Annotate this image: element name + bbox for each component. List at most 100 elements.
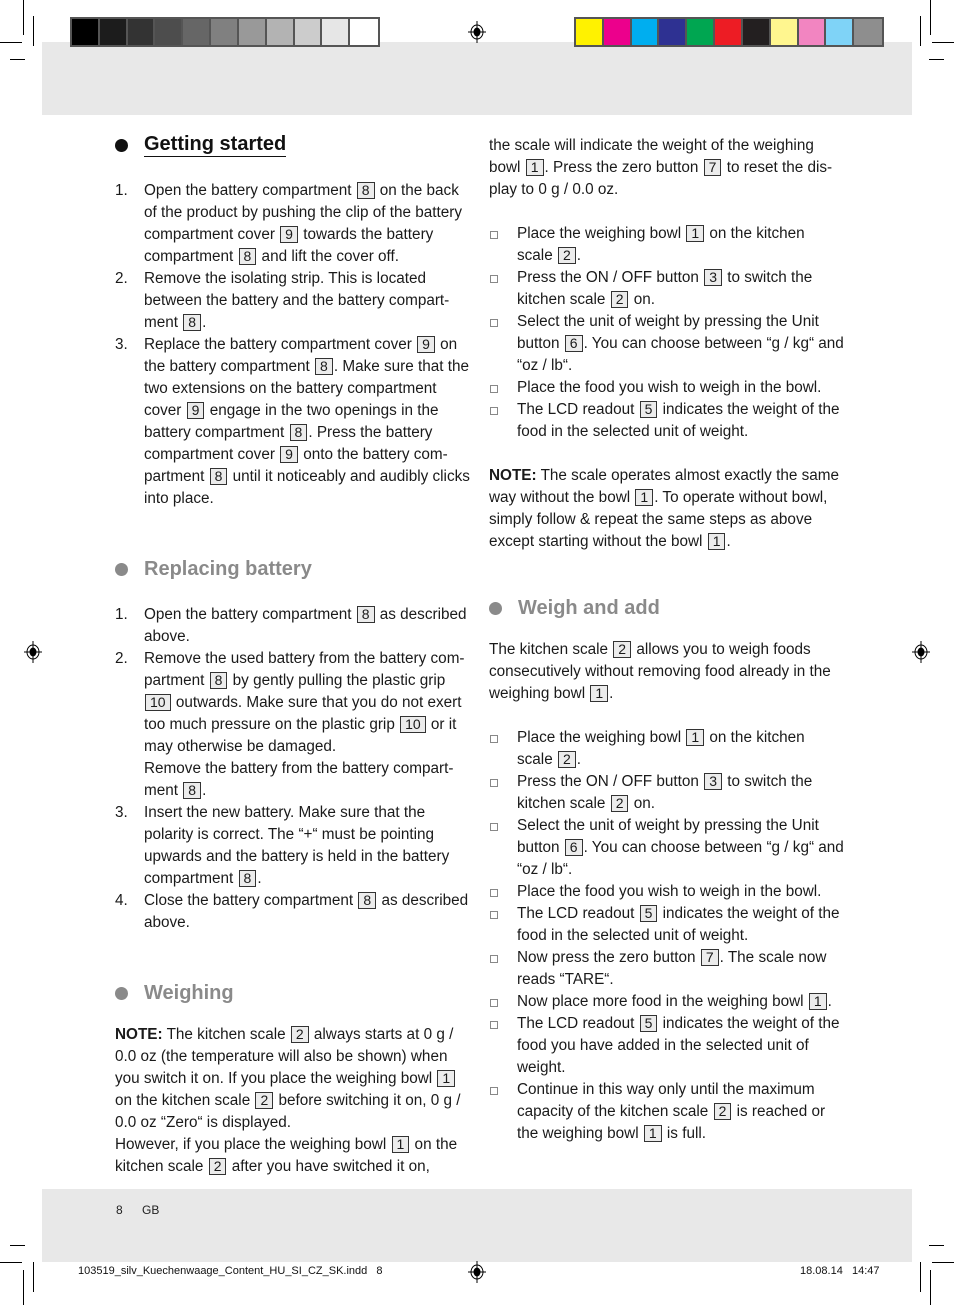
color-swatch <box>294 19 323 45</box>
step-number: 3. <box>115 804 128 821</box>
part-reference-number: 3 <box>704 269 722 286</box>
color-swatch <box>770 19 799 45</box>
color-swatch <box>350 19 378 45</box>
list-item: Place the weighing bowl 1 on the kitchen… <box>489 223 844 267</box>
part-reference-number: 1 <box>437 1070 456 1087</box>
color-swatch <box>854 19 882 45</box>
list-item: Continue in this way only until the maxi… <box>489 1079 844 1145</box>
part-reference-number: 1 <box>525 159 544 176</box>
part-reference-number: 1 <box>686 729 705 746</box>
part-reference-number: 5 <box>639 1015 658 1032</box>
checkbox-bullet-icon <box>490 1021 498 1029</box>
list-item: Select the unit of weight by pressing th… <box>489 311 844 377</box>
list-item: 3. Insert the new battery. Make sure that… <box>115 804 450 887</box>
color-swatch <box>72 19 100 45</box>
crop-mark <box>930 0 931 35</box>
crop-mark <box>0 1262 22 1263</box>
note-label: NOTE: <box>115 1026 163 1043</box>
weigh-and-add-bullets: Place the weighing bowl 1 on the kitchen… <box>489 727 844 1145</box>
part-reference-number: 8 <box>238 870 257 887</box>
color-swatch <box>127 19 156 45</box>
note-text: The scale operates almost exactly the sa… <box>489 467 839 550</box>
list-item: 2. Remove the isolating strip. This is lo… <box>115 270 450 331</box>
color-swatch <box>183 19 212 45</box>
right-column: the scale will indicate the weight of th… <box>489 135 844 1145</box>
crop-mark <box>0 42 22 43</box>
checkbox-bullet-icon <box>490 319 498 327</box>
color-swatch <box>576 19 604 45</box>
part-reference-number: 5 <box>639 401 658 418</box>
part-reference-number: 7 <box>703 159 722 176</box>
part-reference-number: 1 <box>635 489 654 506</box>
part-reference-number: 2 <box>610 795 629 812</box>
part-reference-number: 1 <box>643 1125 662 1142</box>
note-text: The kitchen scale 2 always starts at 0 g… <box>115 1026 461 1175</box>
crop-mark <box>33 16 34 46</box>
list-item: 1. Open the battery compartment 8 on the … <box>115 182 463 265</box>
replacing-battery-steps: 1. Open the battery compartment 8 as desc… <box>115 604 470 934</box>
checkbox-bullet-icon <box>490 999 498 1007</box>
list-item: The LCD readout 5 indicates the weight o… <box>489 903 844 947</box>
part-reference-number: 2 <box>557 751 576 768</box>
crop-mark <box>932 42 954 43</box>
checkbox-bullet-icon <box>490 911 498 919</box>
part-reference-number: 8 <box>315 358 333 375</box>
part-reference-number: 2 <box>208 1158 227 1175</box>
part-reference-number: 1 <box>391 1136 410 1153</box>
part-reference-number: 8 <box>183 314 202 331</box>
color-swatch <box>798 19 827 45</box>
part-reference-number: 10 <box>400 716 426 733</box>
part-reference-number: 10 <box>145 694 171 711</box>
crop-mark <box>932 1262 954 1263</box>
bullet-dot-icon <box>115 562 128 576</box>
bullet-dot-icon <box>115 138 128 152</box>
checkbox-bullet-icon <box>490 955 498 963</box>
list-item: 2. Remove the used battery from the batte… <box>115 650 465 799</box>
part-reference-number: 1 <box>707 533 726 550</box>
weighing-note: NOTE: The kitchen scale 2 always starts … <box>115 1024 470 1178</box>
list-item: Place the weighing bowl 1 on the kitchen… <box>489 727 844 771</box>
section-heading-getting-started: Getting started <box>115 130 470 160</box>
part-reference-number: 8 <box>358 892 377 909</box>
registration-mark-icon <box>912 641 930 663</box>
checkbox-bullet-icon <box>490 889 498 897</box>
crop-mark <box>10 59 25 60</box>
header-band <box>42 42 912 115</box>
part-reference-number: 6 <box>564 839 583 856</box>
crop-mark <box>33 1262 34 1292</box>
crop-mark <box>930 1270 931 1305</box>
color-swatch <box>742 19 771 45</box>
part-reference-number: 1 <box>808 993 827 1010</box>
crop-mark <box>23 1270 24 1305</box>
part-reference-number: 8 <box>238 248 257 265</box>
color-swatch <box>155 19 184 45</box>
color-swatch <box>322 19 351 45</box>
part-reference-number: 9 <box>280 446 298 463</box>
left-column: Getting started 1. Open the battery compa… <box>115 130 470 1178</box>
color-swatch <box>238 19 267 45</box>
slug-filename: 103519_silv_Kuechenwaage_Content_HU_SI_C… <box>78 1265 383 1277</box>
color-swatch <box>631 19 660 45</box>
page-number: 8 <box>116 1203 123 1217</box>
part-reference-number: 2 <box>290 1026 309 1043</box>
note-label: NOTE: <box>489 467 537 484</box>
list-item: Press the ON / OFF button 3 to switch th… <box>489 267 844 311</box>
step-number: 2. <box>115 270 128 287</box>
process-color-bar <box>574 17 884 47</box>
part-reference-number: 7 <box>700 949 719 966</box>
getting-started-steps: 1. Open the battery compartment 8 on the … <box>115 180 470 510</box>
weigh-and-add-intro: The kitchen scale 2 allows you to weigh … <box>489 641 831 702</box>
color-swatch <box>687 19 716 45</box>
list-item: 4. Close the battery compartment 8 as des… <box>115 892 469 931</box>
registration-mark-icon <box>468 21 486 43</box>
color-swatch <box>99 19 128 45</box>
crop-mark <box>920 16 921 46</box>
part-reference-number: 8 <box>183 782 202 799</box>
weighing-note-without-bowl: NOTE: The scale operates almost exactly … <box>489 465 844 553</box>
crop-mark <box>920 1262 921 1292</box>
color-swatch <box>211 19 239 45</box>
step-number: 2. <box>115 650 128 667</box>
grayscale-color-bar <box>70 17 380 47</box>
checkbox-bullet-icon <box>490 231 498 239</box>
part-reference-number: 1 <box>686 225 705 242</box>
